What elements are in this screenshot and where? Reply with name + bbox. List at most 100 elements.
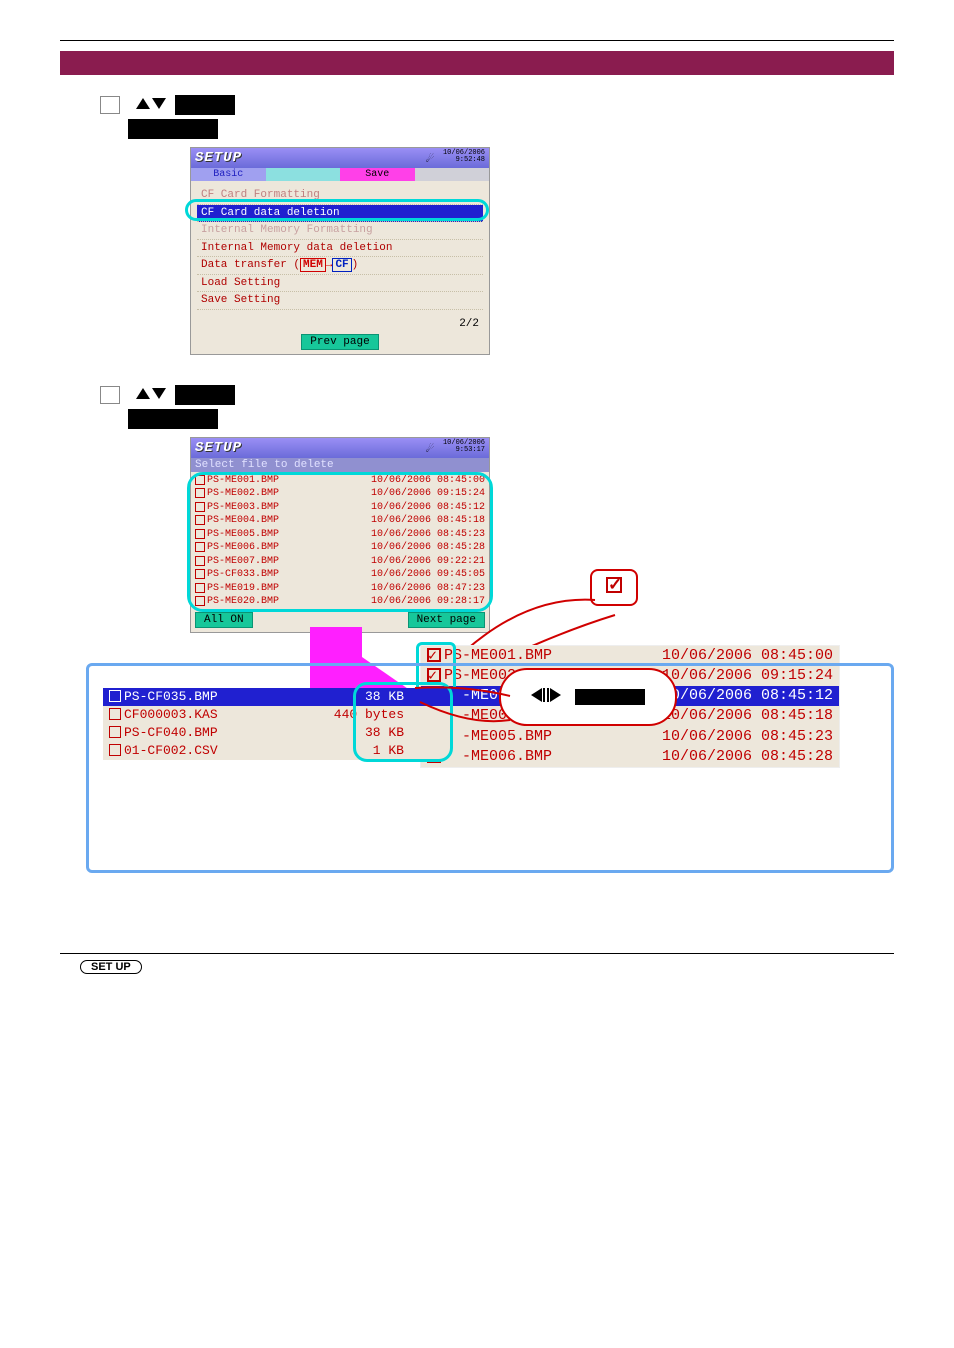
file-datetime: 10/06/2006 09:22:21: [365, 555, 485, 569]
file-checkbox[interactable]: [195, 556, 205, 566]
screen1-titlebar: SETUP ☄ 10/06/2006 9:52:48: [191, 148, 489, 168]
file-row[interactable]: PS-ME005.BMP10/06/2006 08:45:23: [195, 528, 485, 542]
menu-int-delete[interactable]: Internal Memory data deletion: [197, 240, 483, 258]
size-checkbox[interactable]: [109, 726, 121, 738]
redacted-label-2a: [175, 385, 235, 405]
screen1-title: SETUP: [195, 150, 242, 166]
menu-int-format[interactable]: Internal Memory Formatting: [197, 222, 483, 240]
screen1-button-bar: Prev page: [191, 334, 489, 354]
redacted-label-1a: [175, 95, 235, 115]
menu-save-setting[interactable]: Save Setting: [197, 292, 483, 310]
next-page-button[interactable]: Next page: [408, 612, 485, 628]
file-checkbox[interactable]: [195, 502, 205, 512]
file-checkbox[interactable]: [195, 583, 205, 593]
size-row[interactable]: CF000003.KAS440 bytes: [103, 706, 463, 724]
setup-screen-2: SETUP ☄ 10/06/2006 9:53:17 Select file t…: [190, 437, 490, 633]
file-datetime: 10/06/2006 08:45:28: [365, 541, 485, 555]
preview-checkbox[interactable]: [427, 648, 441, 662]
menu-data-transfer[interactable]: Data transfer (MEM→CF): [197, 257, 483, 275]
setup-pill: SET UP: [80, 960, 142, 974]
screen2-titlebar: SETUP ☄ 10/06/2006 9:53:17: [191, 438, 489, 458]
file-name: PS-ME019.BMP: [207, 582, 365, 596]
redacted-label-1b: [128, 119, 218, 139]
size-row[interactable]: PS-CF040.BMP38 KB: [103, 724, 463, 742]
size-checkbox[interactable]: [109, 708, 121, 720]
size-value: 1 KB: [324, 742, 414, 760]
file-row[interactable]: PS-ME004.BMP10/06/2006 08:45:18: [195, 514, 485, 528]
file-checkbox[interactable]: [195, 515, 205, 525]
file-checkbox[interactable]: [195, 529, 205, 539]
screen1-datetime: 10/06/2006 9:52:48: [443, 150, 485, 164]
menu-cf-delete[interactable]: CF Card data deletion: [197, 205, 483, 223]
file-row[interactable]: PS-ME006.BMP10/06/2006 08:45:28: [195, 541, 485, 555]
printer-icon: ☄: [426, 151, 434, 166]
redacted-label-lr: [575, 689, 645, 705]
size-value: 38 KB: [324, 688, 414, 706]
prev-page-button[interactable]: Prev page: [301, 334, 378, 350]
tab-other[interactable]: [415, 168, 490, 181]
file-datetime: 10/06/2006 08:45:12: [365, 501, 485, 515]
screen1-page-indicator: 2/2: [191, 316, 489, 334]
file-row[interactable]: PS-ME001.BMP10/06/2006 08:45:00: [195, 474, 485, 488]
size-checkbox[interactable]: [109, 690, 121, 702]
file-checkbox[interactable]: [195, 596, 205, 606]
file-size-list: PS-CF035.BMP38 KBCF000003.KAS440 bytesPS…: [103, 688, 463, 761]
up-down-arrows-icon: [136, 96, 166, 114]
redacted-label-2b: [128, 409, 218, 429]
file-name: PS-ME006.BMP: [207, 541, 365, 555]
screen2-title: SETUP: [195, 440, 242, 456]
setup-screen-1: SETUP ☄ 10/06/2006 9:52:48 Basic Save CF…: [190, 147, 490, 355]
size-value: 38 KB: [324, 724, 414, 742]
file-datetime: 10/06/2006 09:45:05: [365, 568, 485, 582]
file-name: PS-ME005.BMP: [207, 528, 365, 542]
step-2: SETUP ☄ 10/06/2006 9:53:17 Select file t…: [100, 385, 894, 633]
menu-cf-format[interactable]: CF Card Formatting: [197, 187, 483, 205]
file-datetime: 10/06/2006 08:45:00: [365, 474, 485, 488]
size-name: PS-CF040.BMP: [124, 724, 324, 742]
file-checkbox[interactable]: [195, 542, 205, 552]
file-row[interactable]: PS-ME019.BMP10/06/2006 08:47:23: [195, 582, 485, 596]
file-row[interactable]: PS-ME002.BMP10/06/2006 09:15:24: [195, 487, 485, 501]
file-name: PS-ME020.BMP: [207, 595, 365, 609]
all-on-button[interactable]: All ON: [195, 612, 253, 628]
size-row[interactable]: PS-CF035.BMP38 KB: [103, 688, 463, 706]
file-checkbox[interactable]: [195, 569, 205, 579]
dt-cf-badge: CF: [332, 258, 351, 272]
printer-icon: ☄: [426, 441, 434, 456]
size-checkbox[interactable]: [109, 744, 121, 756]
file-row[interactable]: PS-ME003.BMP10/06/2006 08:45:12: [195, 501, 485, 515]
file-name: PS-ME001.BMP: [207, 474, 365, 488]
section-heading-bar: [60, 51, 894, 75]
screen2-file-list: PS-ME001.BMP10/06/2006 08:45:00PS-ME002.…: [191, 472, 489, 611]
checkbox-callout: [590, 569, 638, 606]
size-name: 01-CF002.CSV: [124, 742, 324, 760]
file-row[interactable]: PS-ME020.BMP10/06/2006 09:28:17: [195, 595, 485, 609]
tab-basic[interactable]: Basic: [191, 168, 266, 181]
file-name: PS-ME004.BMP: [207, 514, 365, 528]
dt-pre: Data transfer (: [201, 259, 300, 271]
file-datetime: 10/06/2006 09:28:17: [365, 595, 485, 609]
size-name: CF000003.KAS: [124, 706, 324, 724]
file-datetime: 10/06/2006 08:45:18: [365, 514, 485, 528]
file-checkbox[interactable]: [195, 475, 205, 485]
screen2-subheader: Select file to delete: [191, 458, 489, 472]
file-checkbox[interactable]: [195, 488, 205, 498]
menu-load-setting[interactable]: Load Setting: [197, 275, 483, 293]
file-datetime: 10/06/2006 08:47:23: [365, 582, 485, 596]
size-value: 440 bytes: [324, 706, 414, 724]
file-name: PS-ME007.BMP: [207, 555, 365, 569]
tab-save[interactable]: Save: [340, 168, 415, 181]
file-name: PS-ME003.BMP: [207, 501, 365, 515]
file-datetime: 10/06/2006 08:45:23: [365, 528, 485, 542]
file-name: PS-CF033.BMP: [207, 568, 365, 582]
screen1-time: 9:52:48: [456, 156, 485, 164]
file-row[interactable]: PS-CF033.BMP10/06/2006 09:45:05: [195, 568, 485, 582]
dt-mem-badge: MEM: [300, 258, 326, 272]
tab-func[interactable]: [266, 168, 341, 181]
screen2-datetime: 10/06/2006 9:53:17: [443, 440, 485, 454]
file-name: PS-ME002.BMP: [207, 487, 365, 501]
file-row[interactable]: PS-ME007.BMP10/06/2006 09:22:21: [195, 555, 485, 569]
dt-post: ): [352, 259, 359, 271]
size-row[interactable]: 01-CF002.CSV1 KB: [103, 742, 463, 760]
screen1-tabs: Basic Save: [191, 168, 489, 181]
